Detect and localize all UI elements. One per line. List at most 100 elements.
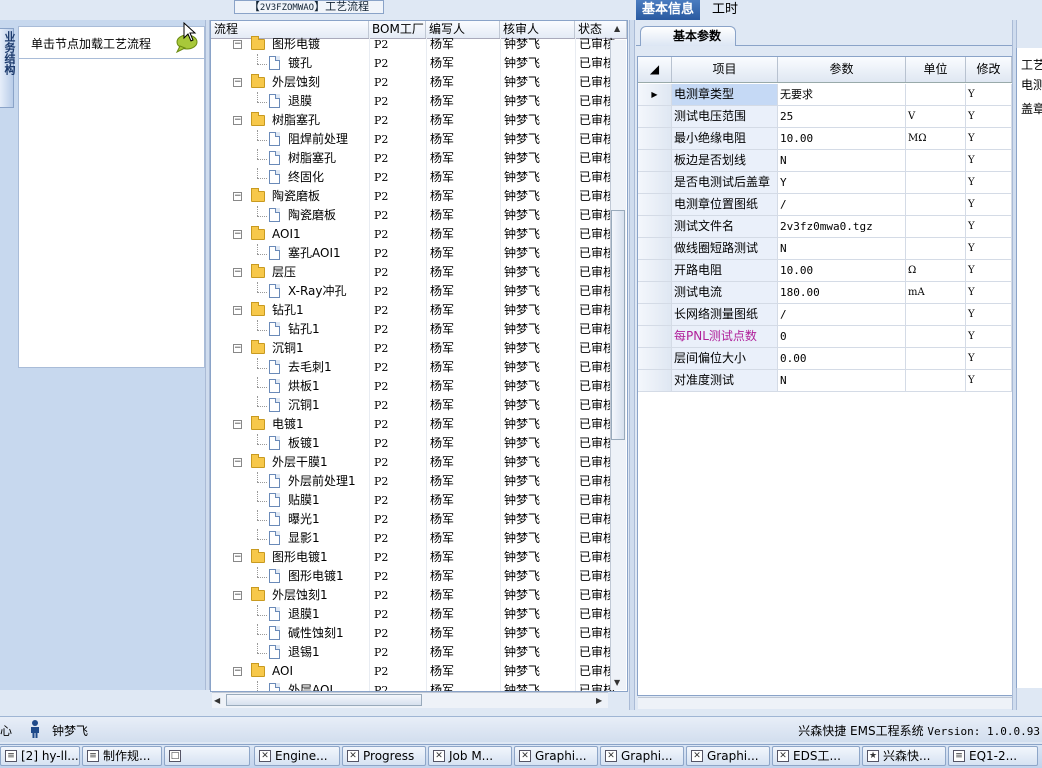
tree-row[interactable]: 外层前处理1 P2 杨军 钟梦飞 已审核 <box>211 472 627 491</box>
tree-node[interactable]: 陶瓷磨板 <box>211 206 369 225</box>
collapse-toggle-icon[interactable]: − <box>233 458 242 467</box>
row-indicator-icon[interactable] <box>638 238 672 259</box>
tree-row[interactable]: − 图形电镀 P2 杨军 钟梦飞 已审核 <box>211 35 627 54</box>
param-modify-cell[interactable]: Y <box>966 304 1012 325</box>
param-row[interactable]: 电测章位置图纸 / Y <box>638 194 1012 216</box>
tree-node[interactable]: 外层前处理1 <box>211 472 369 491</box>
vertical-tab-business[interactable]: 业务结构 <box>0 28 16 108</box>
param-value-cell[interactable]: 180.00 <box>778 282 906 303</box>
collapse-toggle-icon[interactable]: − <box>233 420 242 429</box>
tree-node[interactable]: − 陶瓷磨板 <box>211 187 369 206</box>
param-value-cell[interactable]: / <box>778 304 906 325</box>
tree-node[interactable]: 烘板1 <box>211 377 369 396</box>
tree-node[interactable]: 碱性蚀刻1 <box>211 624 369 643</box>
tree-row[interactable]: 贴膜1 P2 杨军 钟梦飞 已审核 <box>211 491 627 510</box>
param-unit-cell[interactable] <box>906 370 966 391</box>
tree-node[interactable]: − 外层蚀刻1 <box>211 586 369 605</box>
param-value-cell[interactable]: 25 <box>778 106 906 127</box>
tree-node[interactable]: − 沉铜1 <box>211 339 369 358</box>
param-value-cell[interactable]: N <box>778 150 906 171</box>
collapse-toggle-icon[interactable]: − <box>233 116 242 125</box>
param-unit-cell[interactable] <box>906 238 966 259</box>
collapse-toggle-icon[interactable]: − <box>233 268 242 277</box>
param-unit-cell[interactable] <box>906 348 966 369</box>
taskbar-item[interactable]: ✕ Graphi... <box>600 746 684 766</box>
param-modify-cell[interactable]: Y <box>966 128 1012 149</box>
taskbar-item[interactable]: □ <box>164 746 250 766</box>
row-indicator-icon[interactable] <box>638 216 672 237</box>
param-modify-cell[interactable]: Y <box>966 348 1012 369</box>
collapse-toggle-icon[interactable]: − <box>233 553 242 562</box>
param-row[interactable]: 测试文件名 2v3fz0mwa0.tgz Y <box>638 216 1012 238</box>
row-indicator-icon[interactable] <box>638 260 672 281</box>
param-modify-cell[interactable]: Y <box>966 172 1012 193</box>
tree-row[interactable]: − 钻孔1 P2 杨军 钟梦飞 已审核 <box>211 301 627 320</box>
tree-node[interactable]: 贴膜1 <box>211 491 369 510</box>
param-unit-cell[interactable]: V <box>906 106 966 127</box>
tree-node[interactable]: 图形电镀1 <box>211 567 369 586</box>
taskbar-item[interactable]: ≡ [2] hy-ll... <box>0 746 80 766</box>
param-unit-cell[interactable] <box>906 304 966 325</box>
param-value-cell[interactable]: N <box>778 370 906 391</box>
tree-row[interactable]: 退膜 P2 杨军 钟梦飞 已审核 <box>211 92 627 111</box>
param-unit-cell[interactable] <box>906 84 966 105</box>
tree-node[interactable]: − 图形电镀1 <box>211 548 369 567</box>
param-unit-cell[interactable] <box>906 194 966 215</box>
tree-row[interactable]: 去毛刺1 P2 杨军 钟梦飞 已审核 <box>211 358 627 377</box>
tab-basic-info[interactable]: 基本信息 <box>636 0 701 20</box>
tree-node[interactable]: 退膜1 <box>211 605 369 624</box>
param-modify-cell[interactable]: Y <box>966 84 1012 105</box>
param-unit-cell[interactable] <box>906 326 966 347</box>
row-indicator-icon[interactable]: ▶ <box>638 84 672 105</box>
param-row[interactable]: 最小绝缘电阻 10.00 MΩ Y <box>638 128 1012 150</box>
tree-row[interactable]: 退膜1 P2 杨军 钟梦飞 已审核 <box>211 605 627 624</box>
param-value-cell[interactable]: 10.00 <box>778 260 906 281</box>
param-modify-cell[interactable]: Y <box>966 216 1012 237</box>
param-unit-cell[interactable]: MΩ <box>906 128 966 149</box>
collapse-toggle-icon[interactable]: − <box>233 591 242 600</box>
tree-row[interactable]: 钻孔1 P2 杨军 钟梦飞 已审核 <box>211 320 627 339</box>
tree-row[interactable]: − 沉铜1 P2 杨军 钟梦飞 已审核 <box>211 339 627 358</box>
tree-node[interactable]: 板镀1 <box>211 434 369 453</box>
taskbar-item[interactable]: ✕ Graphi... <box>686 746 770 766</box>
tree-row[interactable]: − 外层蚀刻1 P2 杨军 钟梦飞 已审核 <box>211 586 627 605</box>
tree-row[interactable]: − 图形电镀1 P2 杨军 钟梦飞 已审核 <box>211 548 627 567</box>
taskbar-item[interactable]: ≡ 制作规... <box>82 746 162 766</box>
taskbar-item[interactable]: ✕ Engine... <box>254 746 340 766</box>
tree-row[interactable]: 图形电镀1 P2 杨军 钟梦飞 已审核 <box>211 567 627 586</box>
row-indicator-icon[interactable] <box>638 194 672 215</box>
param-unit-cell[interactable] <box>906 150 966 171</box>
taskbar-item[interactable]: ✕ Graphi... <box>514 746 598 766</box>
tree-node[interactable]: − 层压 <box>211 263 369 282</box>
param-modify-cell[interactable]: Y <box>966 150 1012 171</box>
tree-row[interactable]: 烘板1 P2 杨军 钟梦飞 已审核 <box>211 377 627 396</box>
collapse-toggle-icon[interactable]: − <box>233 40 242 49</box>
tree-node[interactable]: − 电镀1 <box>211 415 369 434</box>
tree-row[interactable]: 陶瓷磨板 P2 杨军 钟梦飞 已审核 <box>211 206 627 225</box>
tree-row[interactable]: 碱性蚀刻1 P2 杨军 钟梦飞 已审核 <box>211 624 627 643</box>
scroll-up-icon[interactable]: ▲ <box>614 24 620 33</box>
param-row[interactable]: ▶ 电测章类型 无要求 Y <box>638 84 1012 106</box>
collapse-toggle-icon[interactable]: − <box>233 306 242 315</box>
tree-row[interactable]: 终固化 P2 杨军 钟梦飞 已审核 <box>211 168 627 187</box>
row-indicator-icon[interactable] <box>638 128 672 149</box>
param-value-cell[interactable]: N <box>778 238 906 259</box>
param-modify-cell[interactable]: Y <box>966 326 1012 347</box>
tree-node[interactable]: 曝光1 <box>211 510 369 529</box>
col-header-item[interactable]: 项目 <box>672 57 778 82</box>
scroll-left-icon[interactable]: ◀ <box>214 696 220 705</box>
param-modify-cell[interactable]: Y <box>966 370 1012 391</box>
tree-horizontal-scroll-thumb[interactable] <box>226 694 422 706</box>
scroll-down-icon[interactable]: ▼ <box>614 678 620 687</box>
tree-row[interactable]: − 外层蚀刻 P2 杨军 钟梦飞 已审核 <box>211 73 627 92</box>
tree-node[interactable]: − 图形电镀 <box>211 35 369 54</box>
tree-node[interactable]: 钻孔1 <box>211 320 369 339</box>
param-value-cell[interactable]: 0.00 <box>778 348 906 369</box>
tree-node[interactable]: − AOI <box>211 662 369 681</box>
param-value-cell[interactable]: / <box>778 194 906 215</box>
tree-node[interactable]: − 钻孔1 <box>211 301 369 320</box>
tree-node[interactable]: 阻焊前处理 <box>211 130 369 149</box>
tree-row[interactable]: 镀孔 P2 杨军 钟梦飞 已审核 <box>211 54 627 73</box>
param-value-cell[interactable]: 0 <box>778 326 906 347</box>
tree-row[interactable]: − 树脂塞孔 P2 杨军 钟梦飞 已审核 <box>211 111 627 130</box>
